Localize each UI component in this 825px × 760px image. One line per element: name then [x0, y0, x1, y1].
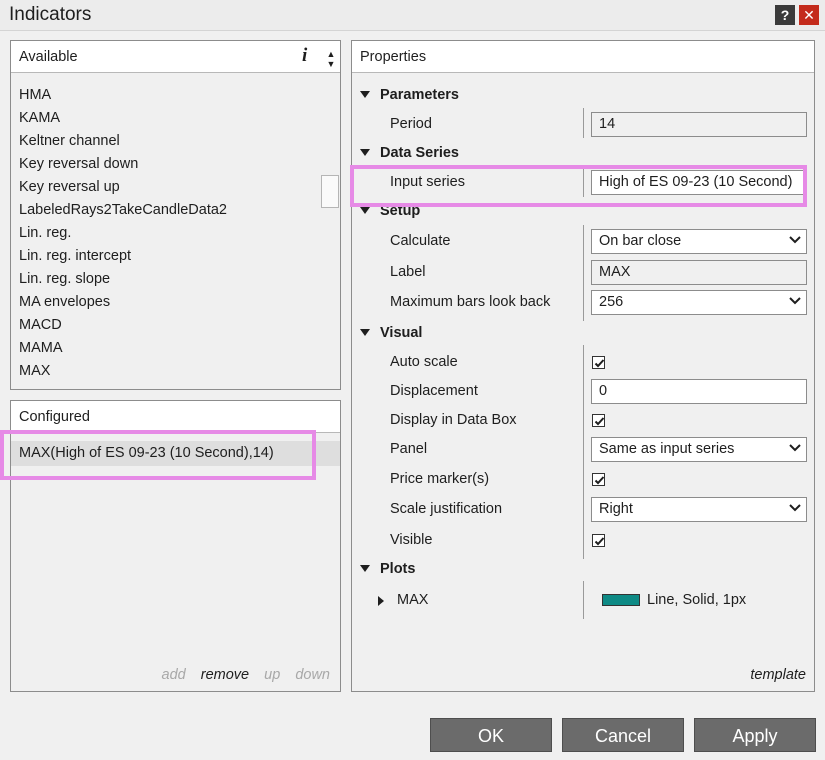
info-icon[interactable]: i: [302, 45, 307, 67]
help-button[interactable]: ?: [775, 5, 795, 25]
collapse-icon: [360, 206, 370, 214]
display-in-data-box-checkbox[interactable]: [592, 414, 605, 427]
close-button[interactable]: ✕: [799, 5, 819, 25]
down-link[interactable]: down: [295, 667, 330, 683]
chevron-down-icon: [789, 504, 801, 512]
plot-description[interactable]: Line, Solid, 1px: [647, 592, 746, 608]
price-markers-label: Price marker(s): [390, 471, 490, 487]
chevron-down-icon: [789, 236, 801, 244]
max-bars-label: Maximum bars look back: [390, 294, 551, 310]
checkmark-icon: [594, 476, 605, 485]
list-item[interactable]: LabeledRays2TakeCandleData2: [19, 200, 227, 223]
max-bars-value: 256: [599, 294, 624, 310]
max-bars-dropdown[interactable]: 256: [591, 290, 807, 315]
input-series-highlight: [350, 165, 807, 207]
list-item[interactable]: Lin. reg.: [19, 223, 227, 246]
category-plots[interactable]: Plots: [360, 561, 415, 577]
title-bar: Indicators ? ✕: [0, 0, 825, 31]
column-divider[interactable]: [583, 581, 584, 619]
displacement-label: Displacement: [390, 383, 478, 399]
plot-name: MAX: [397, 592, 429, 608]
collapse-icon: [360, 564, 370, 572]
cancel-button[interactable]: Cancel: [562, 718, 684, 752]
sort-down-icon[interactable]: ▼: [326, 59, 336, 69]
displacement-field[interactable]: 0: [591, 379, 807, 404]
list-item[interactable]: Key reversal up: [19, 177, 227, 200]
scale-justification-value: Right: [599, 501, 633, 517]
add-link[interactable]: add: [162, 667, 186, 683]
list-item[interactable]: Key reversal down: [19, 154, 227, 177]
list-item[interactable]: Keltner channel: [19, 131, 227, 154]
category-data-series[interactable]: Data Series: [360, 145, 459, 161]
properties-title: Properties: [360, 49, 427, 65]
panel-dropdown[interactable]: Same as input series: [591, 437, 807, 462]
configured-actions: add remove up down: [151, 667, 330, 683]
available-panel: Available i ▲ ▼ HMA KAMA Keltner channel…: [10, 40, 341, 390]
category-label: Plots: [380, 561, 416, 577]
collapse-icon: [360, 328, 370, 336]
window-title: Indicators: [9, 4, 92, 25]
visible-checkbox[interactable]: [592, 534, 605, 547]
checkmark-icon: [594, 537, 605, 546]
available-title: Available: [19, 49, 78, 65]
expand-icon[interactable]: [378, 596, 384, 606]
collapse-icon: [360, 90, 370, 98]
calculate-value: On bar close: [599, 233, 682, 249]
auto-scale-checkbox[interactable]: [592, 356, 605, 369]
panel-label: Panel: [390, 441, 428, 457]
list-item[interactable]: MA envelopes: [19, 292, 227, 315]
category-label: Visual: [380, 325, 423, 341]
plot-color-swatch[interactable]: [602, 594, 640, 606]
label-label: Label: [390, 264, 426, 280]
list-item[interactable]: Lin. reg. slope: [19, 269, 227, 292]
properties-header: Properties: [352, 41, 814, 73]
list-item[interactable]: Lin. reg. intercept: [19, 246, 227, 269]
price-markers-checkbox[interactable]: [592, 473, 605, 486]
display-in-data-box-label: Display in Data Box: [390, 412, 517, 428]
category-parameters[interactable]: Parameters: [360, 87, 459, 103]
apply-button[interactable]: Apply: [694, 718, 816, 752]
configured-header: Configured: [11, 401, 340, 433]
configured-item-highlight: [0, 430, 316, 480]
column-divider[interactable]: [583, 345, 584, 559]
chevron-down-icon: [789, 444, 801, 452]
remove-link[interactable]: remove: [201, 667, 249, 683]
column-divider[interactable]: [583, 108, 584, 138]
list-item[interactable]: HMA: [19, 85, 227, 108]
chevron-down-icon: [789, 297, 801, 305]
category-label: Parameters: [380, 87, 459, 103]
period-label: Period: [390, 116, 432, 132]
period-field[interactable]: 14: [591, 112, 807, 137]
ok-button[interactable]: OK: [430, 718, 552, 752]
scale-justification-label: Scale justification: [390, 501, 503, 517]
sort-up-icon[interactable]: ▲: [326, 49, 336, 59]
category-label: Data Series: [380, 145, 459, 161]
checkmark-icon: [594, 417, 605, 426]
visible-label: Visible: [390, 532, 433, 548]
properties-panel: Properties Parameters Period 14 Data Ser…: [351, 40, 815, 692]
list-item[interactable]: MAX: [19, 361, 227, 384]
panel-value: Same as input series: [599, 441, 735, 457]
scale-justification-dropdown[interactable]: Right: [591, 497, 807, 522]
list-item[interactable]: KAMA: [19, 108, 227, 131]
calculate-label: Calculate: [390, 233, 451, 249]
list-item[interactable]: MACD: [19, 315, 227, 338]
checkmark-icon: [594, 359, 605, 368]
up-link[interactable]: up: [264, 667, 280, 683]
column-divider[interactable]: [583, 225, 584, 321]
available-header: Available i ▲ ▼: [11, 41, 340, 73]
list-item[interactable]: MAMA: [19, 338, 227, 361]
calculate-dropdown[interactable]: On bar close: [591, 229, 807, 254]
template-link[interactable]: template: [750, 667, 806, 683]
available-scrollbar-thumb[interactable]: [321, 175, 339, 208]
available-list: HMA KAMA Keltner channel Key reversal do…: [19, 85, 227, 384]
category-visual[interactable]: Visual: [360, 325, 422, 341]
auto-scale-label: Auto scale: [390, 354, 458, 370]
label-field[interactable]: MAX: [591, 260, 807, 285]
configured-title: Configured: [19, 409, 90, 425]
collapse-icon: [360, 148, 370, 156]
